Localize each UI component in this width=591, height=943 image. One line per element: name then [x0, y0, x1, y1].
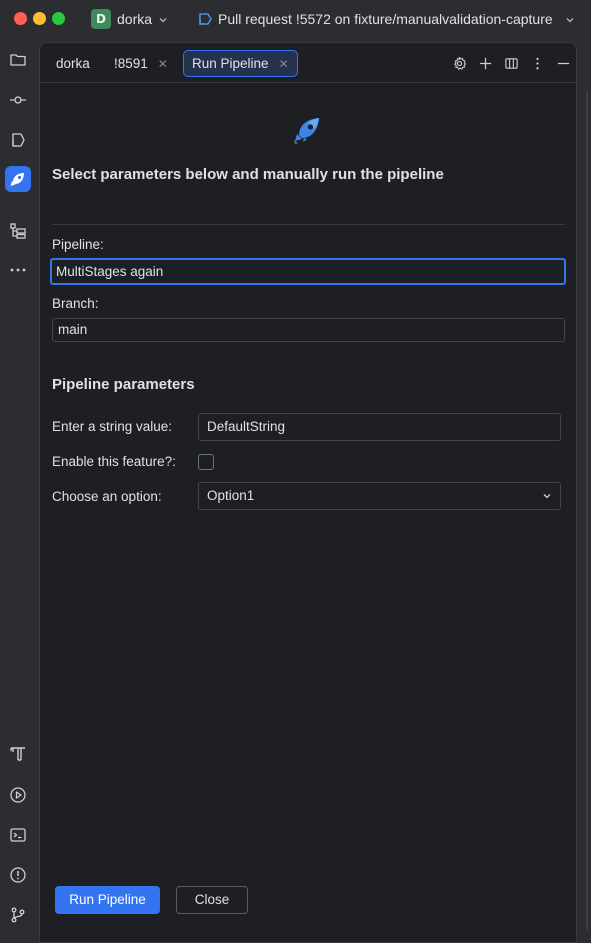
add-plus-icon[interactable] [472, 53, 498, 73]
string-value-label: Enter a string value: [52, 419, 173, 434]
commit-icon[interactable] [5, 87, 31, 113]
close-window-button[interactable] [14, 12, 27, 25]
pr-chevron-down-icon[interactable] [565, 15, 575, 25]
run-pipeline-panel: dorka !8591 ✕ Run Pipeline ✕ Select para… [39, 42, 577, 943]
pipeline-field[interactable]: MultiStages again [50, 258, 566, 285]
close-button[interactable]: Close [176, 886, 248, 914]
right-edge [578, 40, 591, 943]
pull-request-icon [199, 13, 212, 25]
pull-requests-icon[interactable] [5, 127, 31, 153]
chevron-down-icon [543, 494, 551, 499]
structure-icon[interactable] [5, 218, 31, 244]
minimize-window-button[interactable] [33, 12, 46, 25]
zoom-window-button[interactable] [52, 12, 65, 25]
project-name[interactable]: dorka [117, 11, 152, 27]
tab-run-pipeline[interactable]: Run Pipeline ✕ [183, 50, 298, 77]
scrollbar[interactable] [586, 90, 588, 930]
choose-option-label: Choose an option: [52, 489, 162, 504]
enable-feature-label: Enable this feature?: [52, 454, 176, 469]
git-branch-icon[interactable] [5, 902, 31, 928]
settings-gear-icon[interactable] [446, 53, 472, 73]
pipeline-label: Pipeline: [52, 237, 104, 252]
terraform-icon[interactable] [5, 741, 31, 767]
kebab-menu-icon[interactable] [524, 53, 550, 73]
option-select[interactable]: Option1 [198, 482, 561, 510]
terminal-icon[interactable] [5, 822, 31, 848]
branch-field[interactable]: main [52, 318, 565, 342]
azure-pipelines-logo-icon [294, 118, 319, 144]
close-tab-icon[interactable]: ✕ [279, 57, 289, 71]
folder-icon[interactable] [5, 47, 31, 73]
tab-bar: dorka !8591 ✕ Run Pipeline ✕ [40, 43, 576, 83]
tab-label: !8591 [114, 56, 148, 71]
tab-pr-8591[interactable]: !8591 ✕ [106, 50, 176, 77]
tab-label: dorka [56, 56, 90, 71]
window-titlebar: D dorka Pull request !5572 on fixture/ma… [0, 0, 591, 40]
option-select-value: Option1 [207, 488, 255, 503]
minimize-panel-icon[interactable] [550, 53, 576, 73]
more-icon[interactable] [5, 257, 31, 283]
project-chevron-down-icon[interactable] [158, 15, 168, 25]
run-icon[interactable] [5, 782, 31, 808]
pipeline-parameters-heading: Pipeline parameters [52, 376, 195, 393]
project-badge[interactable]: D [91, 9, 111, 29]
tab-label: Run Pipeline [192, 56, 269, 71]
enable-feature-checkbox[interactable] [198, 454, 214, 470]
tab-dorka[interactable]: dorka [48, 50, 98, 77]
pull-request-title[interactable]: Pull request !5572 on fixture/manualvali… [218, 11, 553, 27]
azure-pipelines-icon[interactable] [5, 166, 31, 192]
form-heading: Select parameters below and manually run… [52, 166, 444, 183]
string-value-field[interactable]: DefaultString [198, 413, 561, 441]
divider [52, 224, 565, 225]
close-tab-icon[interactable]: ✕ [158, 57, 168, 71]
split-layout-icon[interactable] [498, 53, 524, 73]
branch-label: Branch: [52, 296, 99, 311]
problems-icon[interactable] [5, 862, 31, 888]
run-pipeline-button[interactable]: Run Pipeline [55, 886, 160, 914]
tool-window-strip [0, 40, 38, 943]
tab-toolbar [446, 53, 576, 73]
